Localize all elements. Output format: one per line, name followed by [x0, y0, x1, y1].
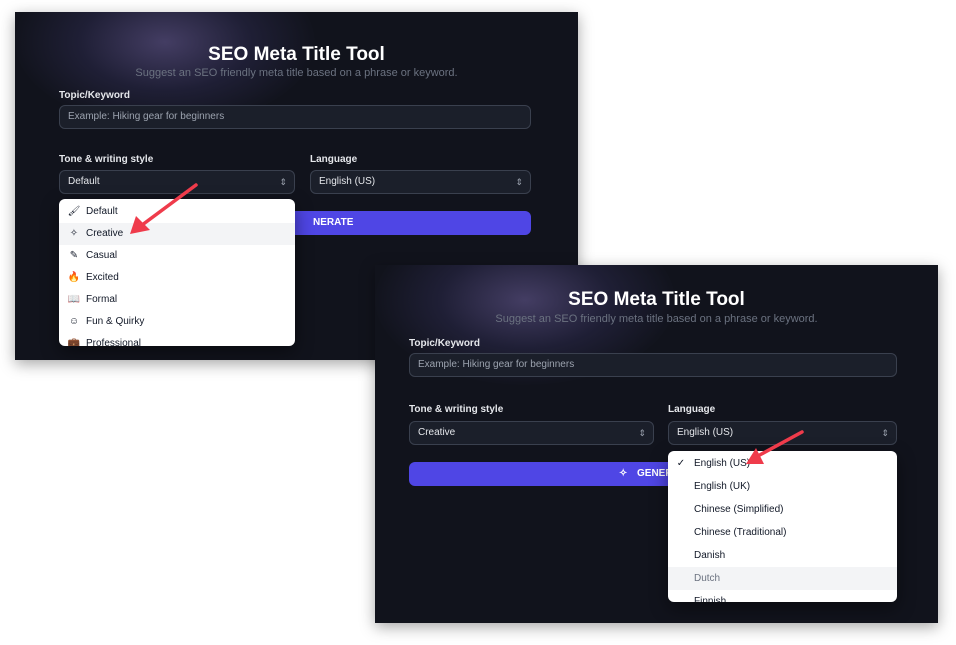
tone-option-casual[interactable]: ✎ Casual	[59, 245, 295, 267]
chevron-updown-icon: ⇕	[515, 177, 523, 187]
pencil-icon: ✎	[69, 250, 79, 261]
language-select[interactable]: English (US) ⇕	[310, 170, 531, 194]
screen2-panel: SEO Meta Title Tool Suggest an SEO frien…	[375, 265, 938, 623]
language-option-danish[interactable]: Danish	[668, 544, 897, 567]
language-select-value: English (US)	[677, 427, 734, 438]
language-label: Language	[668, 404, 716, 415]
language-option-english-uk[interactable]: English (UK)	[668, 475, 897, 498]
tone-option-label: Professional	[86, 338, 142, 346]
language-label: Language	[310, 154, 358, 165]
language-select-value: English (US)	[319, 176, 376, 187]
tone-option-formal[interactable]: 📖 Formal	[59, 289, 295, 311]
page-subtitle: Suggest an SEO friendly meta title based…	[495, 313, 818, 325]
red-arrow-annotation	[746, 430, 804, 464]
tone-option-label: Creative	[86, 228, 124, 239]
topic-input[interactable]: Example: Hiking gear for beginners	[409, 353, 897, 377]
language-option-label: Finnish	[694, 596, 727, 602]
sparkles-icon: ✧	[69, 228, 79, 239]
sparkles-icon: ✧	[619, 468, 628, 479]
language-option-finnish[interactable]: Finnish	[668, 590, 897, 602]
tone-option-label: Casual	[86, 250, 118, 261]
chevron-updown-icon: ⇕	[279, 177, 287, 187]
tone-option-label: Excited	[86, 272, 119, 283]
generate-button-label: NERATE	[313, 217, 354, 228]
brush-icon: 🖌	[67, 206, 81, 217]
tone-select-value: Default	[68, 176, 100, 187]
topic-placeholder: Example: Hiking gear for beginners	[68, 111, 225, 122]
language-option-label: Danish	[694, 550, 726, 561]
topic-input[interactable]: Example: Hiking gear for beginners	[59, 105, 531, 129]
tone-label: Tone & writing style	[59, 154, 154, 165]
briefcase-icon: 💼	[67, 338, 81, 346]
tone-select[interactable]: Creative ⇕	[409, 421, 654, 445]
language-option-label: Chinese (Simplified)	[694, 504, 784, 515]
tone-option-excited[interactable]: 🔥 Excited	[59, 267, 295, 289]
language-option-chinese-simplified[interactable]: Chinese (Simplified)	[668, 498, 897, 521]
topic-label: Topic/Keyword	[409, 338, 480, 349]
tone-select-value: Creative	[418, 427, 456, 438]
flame-icon: 🔥	[67, 272, 81, 283]
tone-option-label: Default	[86, 206, 118, 217]
language-option-label: Chinese (Traditional)	[694, 527, 787, 538]
tone-option-fun[interactable]: ☺ Fun & Quirky	[59, 311, 295, 333]
page-title: SEO Meta Title Tool	[208, 44, 385, 65]
language-option-label: English (UK)	[694, 481, 751, 492]
tone-label: Tone & writing style	[409, 404, 504, 415]
page-subtitle: Suggest an SEO friendly meta title based…	[135, 67, 458, 79]
page-title: SEO Meta Title Tool	[568, 289, 745, 310]
book-icon: 📖	[67, 294, 81, 305]
chevron-updown-icon: ⇕	[638, 428, 646, 438]
check-icon: ✓	[676, 458, 686, 469]
language-option-dutch[interactable]: Dutch	[668, 567, 897, 590]
tone-option-label: Formal	[86, 294, 118, 305]
language-option-chinese-traditional[interactable]: Chinese (Traditional)	[668, 521, 897, 544]
tone-option-label: Fun & Quirky	[86, 316, 145, 327]
language-option-label: Dutch	[694, 573, 721, 584]
smile-icon: ☺	[68, 316, 80, 327]
topic-label: Topic/Keyword	[59, 90, 130, 101]
red-arrow-annotation	[130, 183, 198, 234]
tone-option-professional[interactable]: 💼 Professional	[59, 333, 295, 346]
chevron-updown-icon: ⇕	[881, 428, 889, 438]
topic-placeholder: Example: Hiking gear for beginners	[418, 359, 575, 370]
